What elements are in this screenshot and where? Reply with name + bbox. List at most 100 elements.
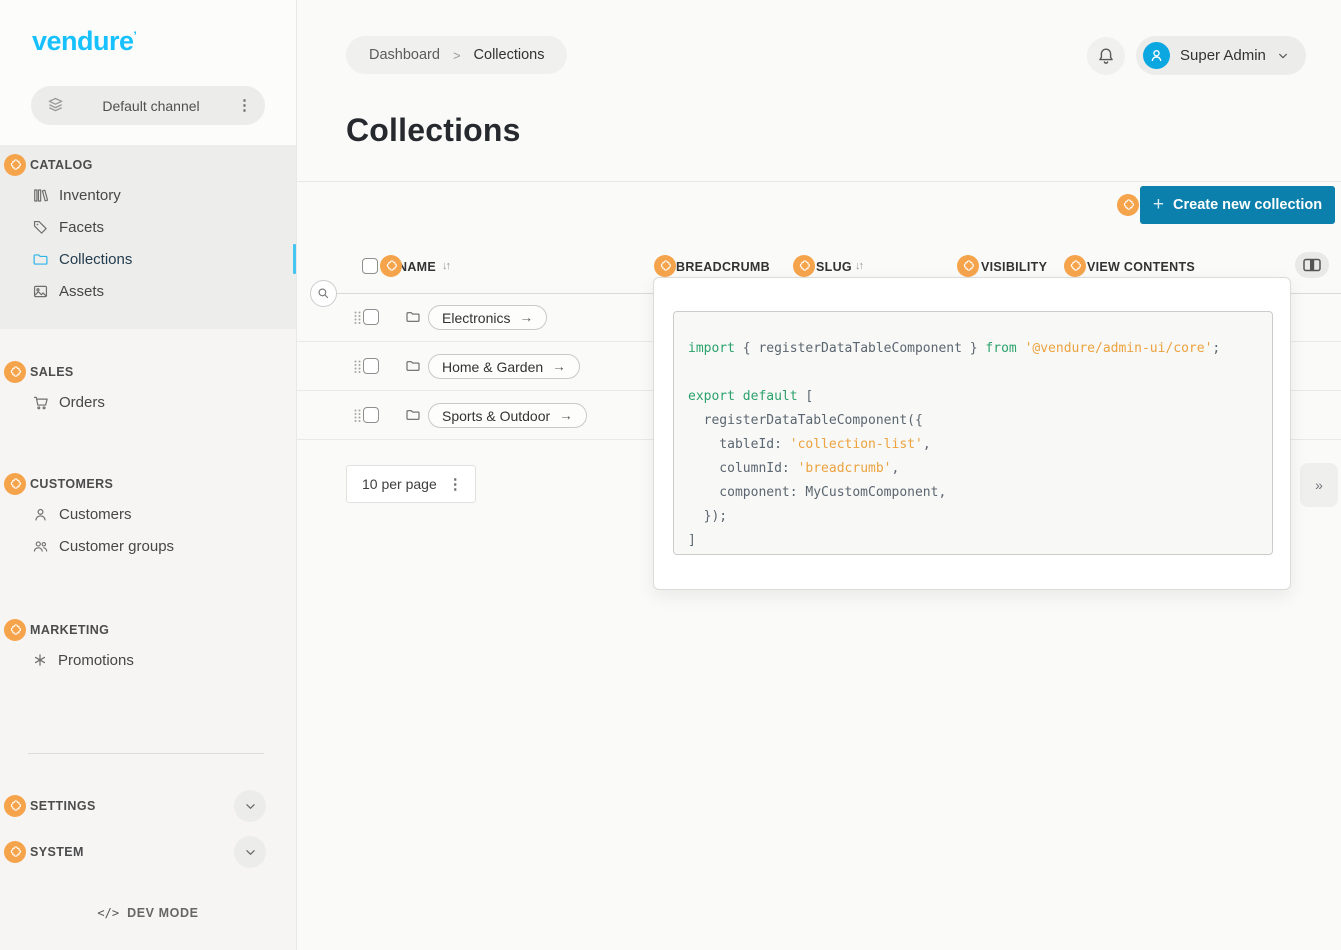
folder-icon	[32, 251, 49, 268]
code-token: registerDataTableComponent({	[688, 413, 923, 428]
nav-section-header-system: SYSTEM	[0, 836, 296, 868]
code-line: component: MyCustomComponent,	[688, 481, 1262, 505]
extension-badge-create-button[interactable]	[1117, 194, 1139, 216]
avatar	[1143, 42, 1170, 69]
nav-section-header-settings: SETTINGS	[0, 790, 296, 822]
vendure-admin-app: vendure’ Default channel ⋮ CATALOG Inven…	[0, 0, 1341, 950]
extension-badge-column-name[interactable]	[380, 255, 402, 277]
code-line: tableId: 'collection-list',	[688, 433, 1262, 457]
items-per-page-select[interactable]: 10 per page ⋮	[346, 465, 476, 503]
breadcrumb-dashboard-link[interactable]: Dashboard	[369, 47, 440, 63]
vendure-logo[interactable]: vendure’	[32, 26, 136, 57]
column-header-slug[interactable]: SLUG	[816, 260, 852, 274]
sidebar-item-orders[interactable]: Orders	[0, 386, 296, 418]
nav-section-header-customers: CUSTOMERS	[0, 470, 296, 498]
code-token: export	[688, 389, 735, 404]
extension-badge-system[interactable]	[4, 841, 26, 863]
sort-icon-slug[interactable]: ↓↑	[855, 260, 862, 272]
select-all-checkbox[interactable]	[362, 258, 378, 274]
sidebar-item-assets[interactable]: Assets	[0, 275, 296, 307]
plus-icon: +	[1153, 194, 1164, 216]
code-line: columnId: 'breadcrumb',	[688, 457, 1262, 481]
folder-icon	[405, 309, 421, 325]
code-token: { registerDataTableComponent }	[735, 341, 985, 356]
collection-chip[interactable]: Sports & Outdoor→	[428, 403, 587, 428]
code-line: });	[688, 505, 1262, 529]
column-header-name[interactable]: NAME	[398, 260, 436, 274]
sidebar-item-inventory[interactable]: Inventory	[0, 179, 296, 211]
code-line: export default [	[688, 385, 1262, 409]
extension-badge-column-breadcrumb[interactable]	[654, 255, 676, 277]
user-name: Super Admin	[1180, 47, 1266, 64]
extension-badge-column-view-contents[interactable]	[1064, 255, 1086, 277]
create-button-label: Create new collection	[1173, 197, 1322, 213]
active-indicator	[293, 244, 296, 274]
system-expand-button[interactable]	[234, 836, 266, 868]
nav-section-label: CATALOG	[30, 158, 93, 172]
columns-icon	[1303, 258, 1321, 272]
user-icon	[32, 506, 49, 523]
breadcrumb-collections-link[interactable]: Collections	[474, 47, 545, 63]
user-menu[interactable]: Super Admin	[1136, 36, 1306, 75]
nav-section-catalog: CATALOG Inventory Facets Collections	[0, 145, 296, 329]
search-button[interactable]	[310, 280, 337, 307]
breadcrumb-separator-icon: >	[453, 48, 461, 63]
sidebar-nav: CATALOG Inventory Facets Collections	[0, 145, 296, 950]
users-icon	[32, 538, 49, 555]
logo-trademark: ’	[134, 29, 137, 43]
main-content: Dashboard > Collections Super Admin Coll…	[297, 0, 1341, 950]
sidebar-item-customer-groups[interactable]: Customer groups	[0, 530, 296, 562]
code-token: 'collection-list'	[790, 437, 923, 452]
drag-handle-icon[interactable]	[354, 360, 361, 374]
drag-handle-icon[interactable]	[354, 311, 361, 325]
extension-badge-catalog[interactable]	[4, 154, 26, 176]
nav-section-label: MARKETING	[30, 623, 109, 637]
code-token	[735, 389, 743, 404]
sidebar-item-promotions[interactable]: Promotions	[0, 644, 296, 676]
extension-badge-column-visibility[interactable]	[957, 255, 979, 277]
extension-badge-sales[interactable]	[4, 361, 26, 383]
code-token: '@vendure/admin-ui/core'	[1025, 341, 1213, 356]
drag-handle-icon[interactable]	[354, 409, 361, 423]
code-token: [	[798, 389, 814, 404]
notifications-button[interactable]	[1087, 37, 1125, 75]
collection-chip[interactable]: Home & Garden→	[428, 354, 580, 379]
code-block: import { registerDataTableComponent } fr…	[673, 311, 1273, 555]
nav-section-label: SALES	[30, 365, 74, 379]
nav-section-label: CUSTOMERS	[30, 477, 113, 491]
code-token: tableId:	[688, 437, 790, 452]
channel-kebab-icon[interactable]: ⋮	[237, 98, 252, 113]
code-line: ]	[688, 529, 1262, 553]
header-divider	[297, 181, 1341, 182]
extension-badge-customers[interactable]	[4, 473, 26, 495]
sidebar-item-facets[interactable]: Facets	[0, 211, 296, 243]
sidebar-item-label: Collections	[59, 251, 132, 268]
dev-mode-toggle[interactable]: </> DEV MODE	[0, 906, 296, 920]
extension-badge-column-slug[interactable]	[793, 255, 815, 277]
code-token: ,	[923, 437, 931, 452]
per-page-kebab-icon[interactable]: ⋮	[448, 477, 463, 492]
expand-panel-button[interactable]: »	[1300, 463, 1338, 507]
dev-mode-label: DEV MODE	[127, 906, 198, 920]
settings-expand-button[interactable]	[234, 790, 266, 822]
row-checkbox[interactable]	[363, 309, 379, 325]
nav-section-header-sales: SALES	[0, 358, 296, 386]
channel-selector[interactable]: Default channel ⋮	[31, 86, 265, 125]
collection-name: Sports & Outdoor	[442, 408, 550, 424]
extension-badge-settings[interactable]	[4, 795, 26, 817]
row-checkbox[interactable]	[363, 407, 379, 423]
sidebar-item-collections[interactable]: Collections	[0, 243, 296, 275]
create-new-collection-button[interactable]: + Create new collection	[1140, 186, 1335, 224]
cart-icon	[32, 394, 49, 411]
code-line	[688, 361, 1262, 385]
code-token: ;	[1212, 341, 1220, 356]
code-token: import	[688, 341, 735, 356]
extension-badge-marketing[interactable]	[4, 619, 26, 641]
sidebar-item-label: Facets	[59, 219, 104, 236]
sidebar-item-customers[interactable]: Customers	[0, 498, 296, 530]
collection-chip[interactable]: Electronics→	[428, 305, 547, 330]
column-settings-button[interactable]	[1295, 252, 1329, 278]
layers-icon	[46, 96, 65, 115]
sort-icon-name[interactable]: ↓↑	[442, 260, 449, 272]
row-checkbox[interactable]	[363, 358, 379, 374]
